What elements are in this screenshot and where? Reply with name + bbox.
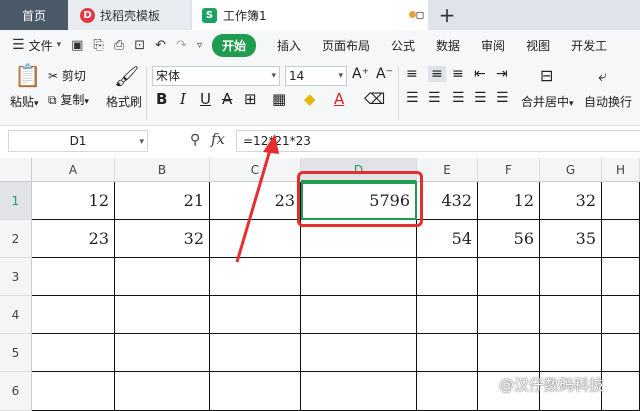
annotation-arrow-icon [235, 134, 279, 263]
watermark: @汉仔数码科技 [499, 376, 605, 394]
